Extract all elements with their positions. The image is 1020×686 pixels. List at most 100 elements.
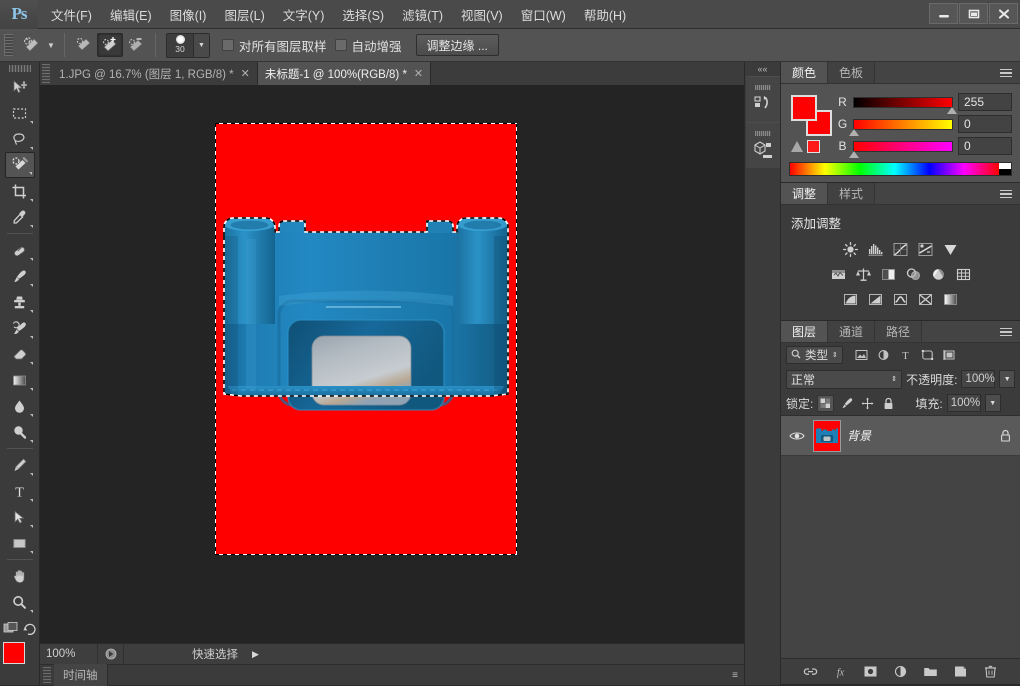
- menu-window[interactable]: 窗口(W): [512, 1, 575, 28]
- green-value-field[interactable]: 0: [958, 115, 1012, 133]
- vibrance-icon[interactable]: [940, 238, 962, 260]
- healing-brush-tool[interactable]: [5, 237, 35, 263]
- layer-list[interactable]: 背景: [781, 415, 1020, 658]
- color-swatches[interactable]: [2, 642, 37, 676]
- opacity-chevron-down-icon[interactable]: ▼: [999, 370, 1015, 388]
- levels-icon[interactable]: [865, 238, 887, 260]
- blend-mode-select[interactable]: 正常 ⇕: [786, 369, 903, 389]
- fill-chevron-down-icon[interactable]: ▼: [984, 394, 1001, 412]
- spectrum-white-black[interactable]: [999, 163, 1011, 175]
- color-panel-swatches[interactable]: [789, 93, 833, 137]
- link-layers-icon[interactable]: [802, 663, 820, 681]
- lock-all-icon[interactable]: [880, 395, 897, 412]
- new-layer-icon[interactable]: [952, 663, 970, 681]
- spectrum-gradient[interactable]: [790, 163, 999, 175]
- shape-tool[interactable]: [5, 530, 35, 556]
- pen-tool[interactable]: [5, 452, 35, 478]
- menu-type[interactable]: 文字(Y): [274, 1, 334, 28]
- lock-transparent-icon[interactable]: [817, 394, 835, 412]
- layer-filter-chevron-icon[interactable]: ⇕: [832, 351, 838, 359]
- menu-file[interactable]: 文件(F): [42, 1, 101, 28]
- canvas-artboard[interactable]: [215, 123, 517, 555]
- tab-channels[interactable]: 通道: [828, 321, 876, 342]
- move-tool[interactable]: [5, 74, 35, 100]
- selective-color-icon[interactable]: [915, 288, 937, 310]
- status-thumbnail-icon[interactable]: [98, 644, 124, 664]
- filter-adjustment-icon[interactable]: [873, 346, 894, 365]
- color-panel-foreground-swatch[interactable]: [791, 95, 817, 121]
- filter-shape-icon[interactable]: [917, 346, 938, 365]
- gamut-warning-color-chip[interactable]: [807, 139, 820, 153]
- posterize-icon[interactable]: [865, 288, 887, 310]
- blur-tool[interactable]: [5, 393, 35, 419]
- refine-edge-button[interactable]: 调整边缘 ...: [415, 34, 499, 56]
- path-selection-tool[interactable]: [5, 504, 35, 530]
- status-expand-arrow-icon[interactable]: ▶: [246, 649, 265, 660]
- layer-thumbnail[interactable]: [813, 419, 841, 452]
- tool-preset-chevron-down-icon[interactable]: ▼: [44, 34, 58, 56]
- color-panel-menu-icon[interactable]: [1000, 66, 1016, 80]
- layer-name[interactable]: 背景: [847, 427, 990, 444]
- tab-styles[interactable]: 样式: [828, 183, 876, 204]
- layer-style-fx-icon[interactable]: fx: [832, 663, 850, 681]
- zoom-tool[interactable]: [5, 589, 35, 615]
- foreground-color-swatch[interactable]: [2, 642, 25, 664]
- expand-dock-arrows-icon[interactable]: ««: [745, 62, 780, 76]
- opacity-value[interactable]: 100%: [961, 370, 996, 388]
- hue-saturation-icon[interactable]: [827, 263, 849, 285]
- layer-mask-icon[interactable]: [862, 663, 880, 681]
- menu-edit[interactable]: 编辑(E): [101, 1, 161, 28]
- tab-paths[interactable]: 路径: [875, 321, 923, 342]
- menu-select[interactable]: 选择(S): [333, 1, 393, 28]
- new-group-icon[interactable]: [922, 663, 940, 681]
- black-white-icon[interactable]: [877, 263, 899, 285]
- red-value-field[interactable]: 255: [958, 93, 1012, 111]
- marquee-tool[interactable]: [5, 100, 35, 126]
- gradient-map-icon[interactable]: [940, 288, 962, 310]
- brightness-contrast-icon[interactable]: [840, 238, 862, 260]
- layer-lock-icon[interactable]: [996, 429, 1014, 442]
- clone-stamp-tool[interactable]: [5, 289, 35, 315]
- blend-mode-chevron-icon[interactable]: ⇕: [891, 375, 897, 383]
- quick-mask-icon[interactable]: [3, 621, 19, 638]
- menu-image[interactable]: 图像(I): [161, 1, 216, 28]
- current-tool-preview-icon[interactable]: [18, 33, 44, 57]
- document-tab-1-close-icon[interactable]: ✕: [241, 67, 250, 80]
- adjustment-layer-icon[interactable]: [892, 663, 910, 681]
- subtract-from-selection-button[interactable]: [123, 33, 149, 57]
- threshold-icon[interactable]: [890, 288, 912, 310]
- filter-pixel-icon[interactable]: [851, 346, 872, 365]
- type-tool[interactable]: T: [5, 478, 35, 504]
- minimize-button[interactable]: [929, 3, 958, 24]
- menu-filter[interactable]: 滤镜(T): [393, 1, 452, 28]
- channel-mixer-icon[interactable]: [927, 263, 949, 285]
- close-button[interactable]: [989, 3, 1018, 24]
- gamut-warning-row[interactable]: [791, 135, 831, 157]
- menu-layer[interactable]: 图层(L): [215, 1, 273, 28]
- options-bar-grip[interactable]: [4, 34, 13, 56]
- curves-icon[interactable]: [890, 238, 912, 260]
- sample-all-layers-checkbox[interactable]: [222, 39, 234, 51]
- tab-layers[interactable]: 图层: [781, 321, 829, 342]
- tab-color[interactable]: 颜色: [781, 62, 829, 83]
- filter-smart-icon[interactable]: [939, 346, 960, 365]
- menu-help[interactable]: 帮助(H): [575, 1, 635, 28]
- delete-layer-icon[interactable]: [982, 663, 1000, 681]
- mini-bridge-panel-icon[interactable]: [745, 122, 780, 168]
- layer-row-background[interactable]: 背景: [781, 416, 1020, 456]
- color-spectrum-bar[interactable]: [789, 162, 1012, 176]
- eyedropper-tool[interactable]: [5, 204, 35, 230]
- menu-view[interactable]: 视图(V): [452, 1, 512, 28]
- eraser-tool[interactable]: [5, 341, 35, 367]
- brush-chevron-down-icon[interactable]: ▼: [193, 33, 209, 57]
- fill-value[interactable]: 100%: [946, 394, 981, 412]
- gradient-tool[interactable]: [5, 367, 35, 393]
- adjustments-panel-menu-icon[interactable]: [1000, 187, 1016, 201]
- green-slider-track[interactable]: [849, 118, 953, 136]
- crop-tool[interactable]: [5, 178, 35, 204]
- maximize-button[interactable]: [959, 3, 988, 24]
- tab-timeline[interactable]: 时间轴: [54, 664, 108, 686]
- color-lookup-icon[interactable]: [952, 263, 974, 285]
- tab-strip-grip[interactable]: [42, 64, 50, 84]
- sample-all-layers-checkbox-row[interactable]: 对所有图层取样: [222, 36, 327, 55]
